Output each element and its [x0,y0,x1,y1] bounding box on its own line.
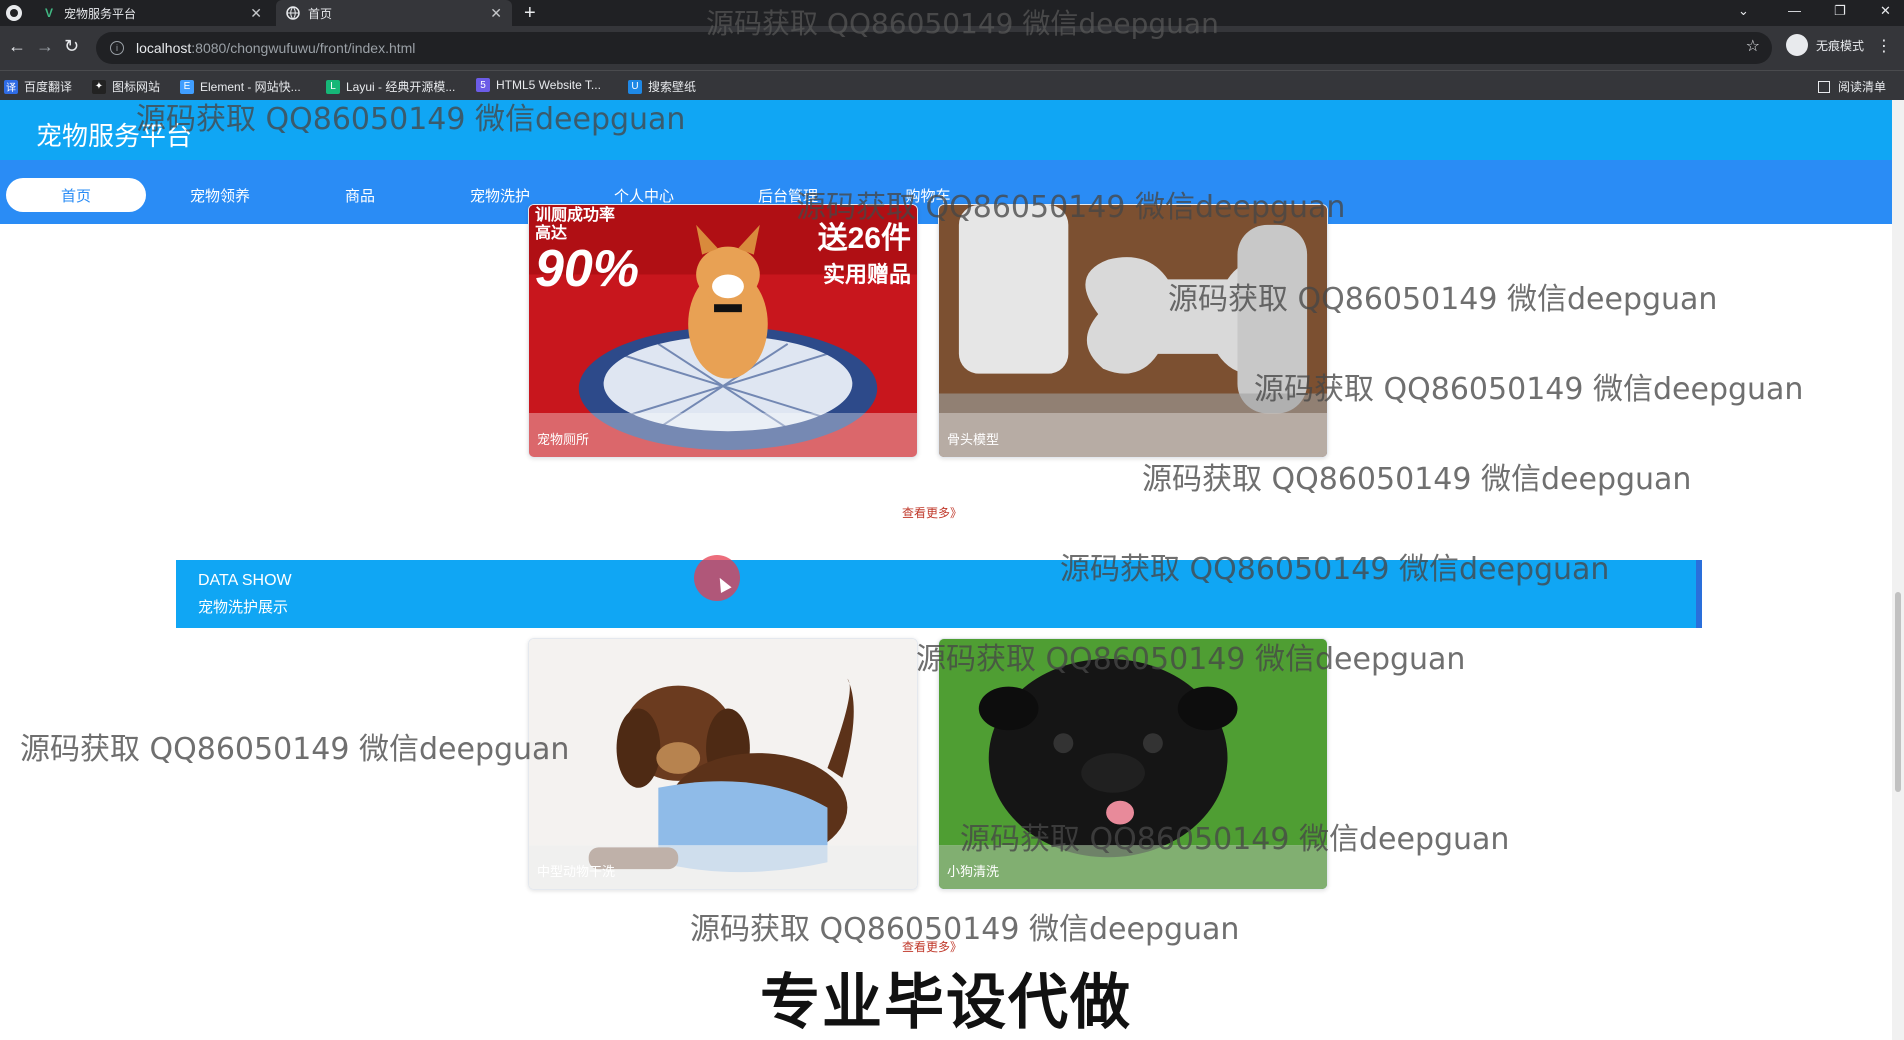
tab-title: 宠物服务平台 [64,6,137,21]
promo-percent: 90% [535,240,640,298]
bookmarks-bar: 译 百度翻译 ✦ 图标网站 E Element - 网站快... L Layui… [0,70,1904,100]
element-icon: E [180,79,194,94]
incognito-indicator[interactable]: 无痕模式 [1785,34,1864,56]
incognito-label: 无痕模式 [1815,38,1864,53]
promo-text: 训厕成功率 高达 90% [535,207,639,295]
incognito-icon [1785,34,1808,56]
wallpaper-icon: U [628,79,642,94]
scrollbar-thumb[interactable] [1895,592,1901,792]
bookmark-item[interactable]: 译 百度翻译 [4,78,72,95]
close-window-button[interactable]: ✕ [1880,3,1891,19]
reading-list-label: 阅读清单 [1837,80,1886,94]
service-card[interactable]: 中型动物干洗 [528,638,918,890]
watermark-text: 源码获取 QQ86050149 微信deepguan [796,190,1346,225]
html5-icon: 5 [476,78,490,92]
tab-search-icon[interactable]: ⌄ [1738,3,1749,19]
promo-top: 训厕成功率 高达 [535,207,616,242]
banner-title-en: DATA SHOW [198,572,292,589]
close-tab-icon[interactable]: ✕ [490,5,502,22]
reload-icon[interactable]: ↻ [64,36,79,57]
restore-button[interactable]: ❐ [1834,3,1846,19]
reading-list-icon [1817,80,1830,93]
browser-tab-platform[interactable]: V 宠物服务平台 ✕ [32,0,272,26]
bookmark-item[interactable]: ✦ 图标网站 [92,78,160,95]
layui-icon: L [326,79,340,94]
forward-arrow-icon[interactable]: → [36,36,54,57]
product-card[interactable]: 训厕成功率 高达 90% 送26件 实用赠品 宠物厕所 [528,204,918,458]
reading-list-button[interactable]: 阅读清单 [1817,78,1886,95]
bookmark-label: Element - 网站快... [200,80,301,94]
banner-title-cn: 宠物洗护展示 [198,599,289,616]
watermark-text: 源码获取 QQ86050149 微信deepguan [1254,372,1804,407]
new-tab-button[interactable]: + [524,2,536,25]
promo-gift-label: 实用赠品 [822,262,911,287]
page-scrollbar[interactable] [1892,100,1904,1040]
watermark-text: 源码获取 QQ86050149 微信deepguan [916,642,1466,677]
tab-title: 首页 [308,6,333,21]
watermark-text: 源码获取 QQ86050149 微信deepguan [136,102,686,137]
minimize-button[interactable]: — [1788,3,1801,18]
watermark-text: 源码获取 QQ86050149 微信deepguan [1142,462,1692,497]
watermark-text: 源码获取 QQ86050149 微信deepguan [1168,282,1718,317]
close-tab-icon[interactable]: ✕ [250,5,262,22]
bookmark-star-icon[interactable]: ☆ [1746,36,1760,56]
nav-goods[interactable]: 商品 [290,178,430,212]
watermark-text: 源码获取 QQ86050149 微信deepguan [1060,552,1610,587]
translate-icon: 译 [4,79,18,94]
browser-logo-icon [6,5,22,21]
nav-adoption[interactable]: 宠物领养 [150,178,290,212]
bookmark-label: 搜索壁纸 [648,80,697,94]
site-info-icon[interactable]: i [110,41,124,55]
watermark-text: 源码获取 QQ86050149 微信deepguan [706,7,1219,40]
bookmark-item[interactable]: L Layui - 经典开源模... [326,78,455,95]
bottom-overlay-caption: 专业毕设代做 [760,969,1132,1036]
browser-tab-home[interactable]: 首页 ✕ [276,0,512,26]
product-caption: 宠物厕所 [529,413,917,457]
product-card[interactable]: 骨头模型 [938,204,1328,458]
product-caption: 骨头模型 [939,413,1327,457]
bookmark-label: 图标网站 [112,80,161,94]
nav-home[interactable]: 首页 [6,178,146,212]
bird-icon: ✦ [92,79,106,94]
watermark-text: 源码获取 QQ86050149 微信deepguan [20,732,570,767]
bookmark-item[interactable]: 5 HTML5 Website T... [476,78,601,92]
bookmark-label: 百度翻译 [24,80,73,94]
url-host: localhost [136,40,192,56]
bookmark-item[interactable]: U 搜索壁纸 [628,78,696,95]
service-caption: 中型动物干洗 [529,845,917,889]
url-path: :8080/chongwufuwu/front/index.html [191,40,416,56]
globe-icon [286,6,300,20]
bookmark-item[interactable]: E Element - 网站快... [180,78,301,95]
bookmark-label: HTML5 Website T... [496,78,601,92]
watermark-text: 源码获取 QQ86050149 微信deepguan [690,912,1240,947]
page-viewport: 宠物服务平台 首页 宠物领养 商品 宠物洗护 个人中心 后台管理 购物车 训厕成… [0,100,1904,1040]
vue-icon: V [44,6,53,20]
browser-menu-icon[interactable]: ⋮ [1876,36,1892,56]
back-arrow-icon[interactable]: ← [8,36,26,57]
watermark-text: 源码获取 QQ86050149 微信deepguan [960,822,1510,857]
bookmark-label: Layui - 经典开源模... [346,80,456,94]
view-more-link[interactable]: 查看更多》 [902,504,962,521]
